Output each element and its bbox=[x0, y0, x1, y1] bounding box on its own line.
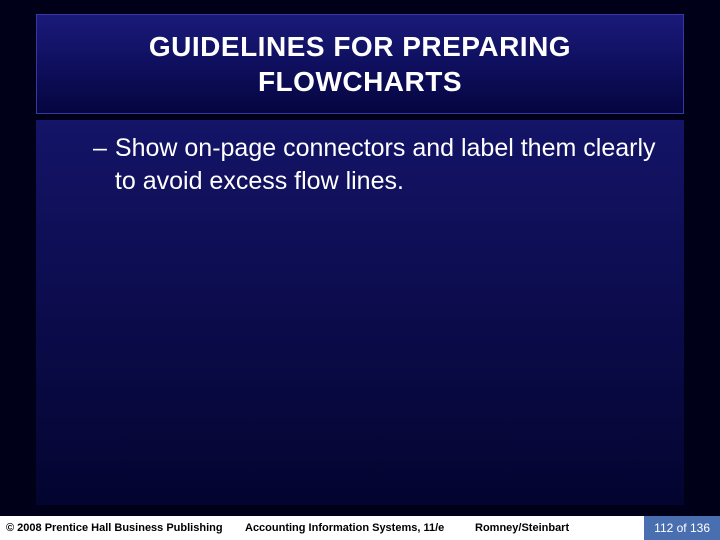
title-box: GUIDELINES FOR PREPARING FLOWCHARTS bbox=[36, 14, 684, 114]
footer-copyright: © 2008 Prentice Hall Business Publishing bbox=[0, 522, 245, 534]
slide-title: GUIDELINES FOR PREPARING FLOWCHARTS bbox=[77, 29, 643, 99]
bullet-text: Show on-page connectors and label them c… bbox=[115, 132, 659, 197]
footer: © 2008 Prentice Hall Business Publishing… bbox=[0, 516, 720, 540]
content-area: – Show on-page connectors and label them… bbox=[36, 120, 684, 505]
slide-container: GUIDELINES FOR PREPARING FLOWCHARTS – Sh… bbox=[0, 0, 720, 540]
footer-authors: Romney/Steinbart bbox=[475, 522, 644, 534]
bullet-item: – Show on-page connectors and label them… bbox=[61, 132, 659, 197]
bullet-dash: – bbox=[93, 132, 107, 165]
page-counter: 112 of 136 bbox=[644, 516, 720, 540]
footer-book-title: Accounting Information Systems, 11/e bbox=[245, 522, 475, 534]
